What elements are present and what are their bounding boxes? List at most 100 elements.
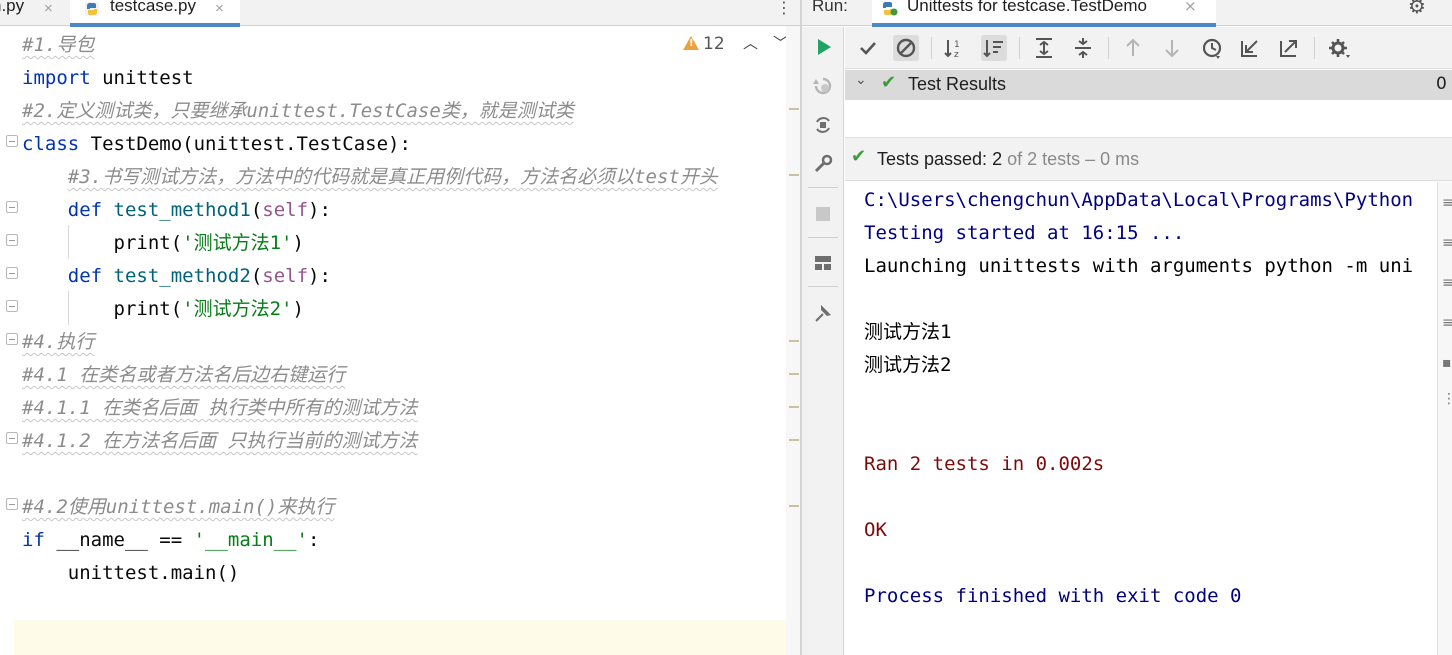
code-line[interactable]: class TestDemo(unittest.TestCase): — [22, 129, 411, 162]
toolbar-separator — [1314, 37, 1315, 59]
collapse-all-icon[interactable] — [1070, 35, 1096, 61]
soft-wrap-icon[interactable]: ≡ — [1442, 196, 1452, 210]
test-results-duration: 0 — [1436, 74, 1447, 94]
sort-alpha-icon[interactable]: 1z — [942, 35, 968, 61]
code-token: __name__ == — [44, 529, 194, 551]
code-token: #4.1.2 在方法名后面 只执行当前的测试方法 — [22, 430, 418, 452]
show-ignored-icon[interactable] — [893, 35, 919, 61]
scroll-mark — [789, 439, 799, 441]
previous-failed-icon[interactable] — [1120, 35, 1146, 61]
more-options-icon[interactable]: ⋮ — [776, 0, 792, 16]
code-line[interactable]: #4.1 在类名或者方法名后边右键运行 — [22, 360, 345, 393]
code-line[interactable]: print('测试方法2') — [22, 294, 304, 327]
delete-icon[interactable]: ▪ — [1442, 356, 1452, 370]
sort-duration-icon[interactable] — [981, 35, 1007, 61]
settings-icon[interactable] — [1326, 35, 1352, 61]
code-line[interactable]: #3.书写测试方法，方法中的代码就是真正用例代码，方法名必须以test开头 — [22, 162, 718, 195]
test-status-text: Tests passed: 2 of 2 tests – 0 ms — [877, 149, 1140, 169]
close-icon[interactable]: × — [215, 0, 224, 18]
code-token: '测试方法2' — [182, 298, 293, 320]
fold-marker-icon[interactable] — [6, 498, 18, 510]
fold-marker-icon[interactable] — [6, 234, 18, 246]
expand-all-icon[interactable] — [1031, 35, 1057, 61]
code-line[interactable]: if __name__ == '__main__': — [22, 525, 319, 558]
code-line[interactable]: unittest.main() — [22, 558, 240, 591]
stop-icon[interactable] — [812, 203, 834, 225]
layout-icon[interactable] — [812, 252, 834, 274]
chevron-down-icon[interactable]: ⌄ — [855, 72, 867, 88]
code-line[interactable]: #1.导包 — [22, 30, 94, 63]
code-line[interactable]: def test_method2(self): — [22, 261, 331, 294]
code-line[interactable]: #4.2使用unittest.main()来执行 — [22, 492, 334, 525]
clear-icon[interactable]: ≡ — [1442, 316, 1452, 330]
code-token: : — [308, 529, 320, 551]
toolbar-separator — [931, 37, 932, 59]
passed-check-icon: ✔ — [851, 146, 867, 167]
close-icon[interactable]: × — [44, 0, 53, 18]
scroll-to-end-icon[interactable]: ≡ — [1442, 236, 1452, 250]
code-token: TestDemo(unittest.TestCase): — [79, 133, 411, 155]
code-token: ( — [250, 265, 263, 287]
console-output[interactable]: C:\Users\chengchun\AppData\Local\Program… — [845, 182, 1437, 655]
warning-count: 12 — [703, 34, 725, 54]
run-header: Run: Unittests for testcase.TestDemo × ⚙ — [802, 0, 1452, 27]
fold-marker-icon[interactable] — [6, 135, 18, 147]
next-failed-icon[interactable] — [1159, 35, 1185, 61]
code-token: ( — [250, 199, 263, 221]
inspection-widget[interactable]: 12 — [683, 34, 725, 54]
tab-label: n.py — [0, 0, 25, 15]
import-tests-icon[interactable] — [1237, 35, 1263, 61]
console-line: Launching unittests with arguments pytho… — [864, 255, 1414, 277]
code-token: self — [262, 199, 309, 221]
print-icon[interactable]: ≡ — [1442, 276, 1452, 290]
toggle-auto-test-icon[interactable] — [812, 114, 834, 136]
code-line[interactable]: #4.执行 — [22, 327, 94, 360]
python-file-icon — [85, 2, 99, 16]
export-tests-icon[interactable] — [1276, 35, 1302, 61]
scroll-mark — [789, 108, 799, 110]
close-icon[interactable]: × — [1184, 0, 1197, 15]
code-token: import — [22, 67, 91, 89]
code-token: #2.定义测试类，只要继承unittest.TestCase类，就是测试类 — [22, 100, 574, 122]
code-line[interactable]: #4.1.1 在类名后面 执行类中所有的测试方法 — [22, 393, 418, 426]
run-icon[interactable] — [812, 36, 834, 58]
warning-icon — [683, 36, 699, 50]
code-line[interactable]: #4.1.2 在方法名后面 只执行当前的测试方法 — [22, 426, 418, 459]
fold-marker-icon[interactable] — [6, 300, 18, 312]
settings-icon[interactable]: ⚙ — [1408, 0, 1426, 18]
code-line[interactable]: #2.定义测试类，只要继承unittest.TestCase类，就是测试类 — [22, 96, 574, 129]
pin-icon[interactable] — [812, 302, 834, 324]
rerun-failed-icon[interactable] — [812, 75, 834, 97]
test-tree-root[interactable]: ⌄ ✔ Test Results 0 — [845, 70, 1452, 100]
show-passed-icon[interactable] — [855, 35, 881, 61]
tab-main-py[interactable]: n.py × — [0, 0, 64, 26]
code-token: def — [67, 265, 103, 287]
run-tab-title: Unittests for testcase.TestDemo — [907, 0, 1147, 15]
fold-marker-icon[interactable] — [6, 267, 18, 279]
console-line: OK — [864, 519, 887, 541]
code-token: print( — [22, 232, 183, 254]
previous-highlight-icon[interactable]: ︿ — [743, 32, 758, 53]
fold-marker-icon[interactable] — [6, 201, 18, 213]
code-line[interactable]: import unittest — [22, 63, 194, 96]
code-line[interactable]: def test_method1(self): — [22, 195, 331, 228]
console-line: C:\Users\chengchun\AppData\Local\Program… — [864, 189, 1414, 211]
console-line: 测试方法1 — [864, 321, 952, 343]
code-line[interactable]: print('测试方法1') — [22, 228, 304, 261]
scroll-mark — [789, 174, 799, 176]
more-icon[interactable]: ⋮ — [1442, 392, 1452, 406]
console-line: Testing started at 16:15 ... — [864, 222, 1185, 244]
wrench-icon[interactable] — [812, 153, 834, 175]
run-tab[interactable]: Unittests for testcase.TestDemo × — [872, 0, 1216, 27]
code-token: class — [22, 133, 80, 155]
passed-check-icon: ✔ — [881, 72, 897, 93]
fold-marker-icon[interactable] — [6, 333, 18, 345]
code-token: ) — [292, 298, 304, 320]
fold-marker-icon[interactable] — [6, 432, 18, 444]
code-token: unittest — [90, 67, 194, 89]
tab-testcase-py[interactable]: testcase.py × — [70, 0, 240, 27]
history-icon[interactable] — [1199, 35, 1225, 61]
code-token: unittest.main() — [22, 562, 240, 584]
